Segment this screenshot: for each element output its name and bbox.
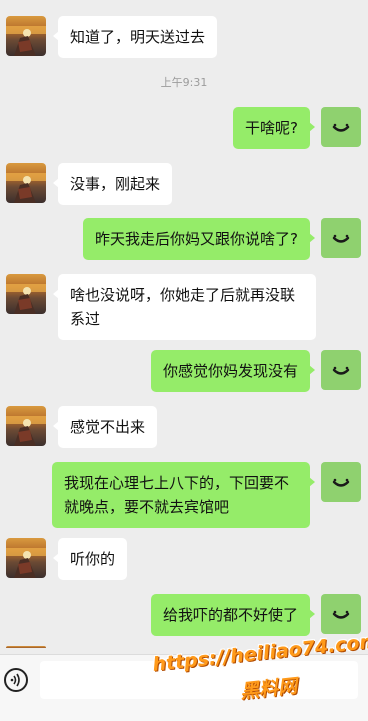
message-bubble-outgoing[interactable]: 给我吓的都不好使了 xyxy=(151,594,316,636)
message-bubble-incoming[interactable]: 啥也没说呀，你她走了后就再没联系过 xyxy=(53,274,316,340)
contact-avatar[interactable] xyxy=(6,163,46,203)
chat-area[interactable]: 知道了，明天送过去 上午9:31 干啥呢? 没事，刚起来 昨天我走后你妈又跟你说… xyxy=(0,0,368,648)
my-avatar[interactable] xyxy=(321,218,361,258)
message-input[interactable] xyxy=(40,661,358,699)
smile-icon xyxy=(332,123,350,132)
my-avatar[interactable] xyxy=(321,462,361,502)
smile-icon xyxy=(332,366,350,375)
smile-icon xyxy=(332,478,350,487)
input-bar xyxy=(0,654,368,721)
contact-avatar xyxy=(6,646,46,648)
smile-icon xyxy=(332,234,350,243)
my-avatar[interactable] xyxy=(321,594,361,634)
contact-avatar[interactable] xyxy=(6,538,46,578)
message-bubble-outgoing[interactable]: 干啥呢? xyxy=(233,107,315,149)
message-bubble-incoming[interactable]: 听你的 xyxy=(52,538,128,580)
smile-icon xyxy=(332,610,350,619)
message-bubble-incoming[interactable]: 知道了，明天送过去 xyxy=(52,16,218,58)
message-bubble-outgoing[interactable]: 你感觉你妈发现没有 xyxy=(151,350,316,392)
timestamp: 上午9:31 xyxy=(160,76,208,89)
contact-avatar[interactable] xyxy=(6,16,46,56)
message-bubble-outgoing[interactable]: 我现在心理七上八下的，下回要不就晚点，要不就去宾馆吧 xyxy=(52,462,315,528)
message-bubble-incoming[interactable]: 感觉不出来 xyxy=(52,406,158,448)
message-bubble-outgoing[interactable]: 昨天我走后你妈又跟你说啥了? xyxy=(83,218,315,260)
my-avatar[interactable] xyxy=(321,107,361,147)
contact-avatar[interactable] xyxy=(6,274,46,314)
contact-avatar[interactable] xyxy=(6,406,46,446)
message-bubble-incoming[interactable]: 没事，刚起来 xyxy=(52,163,173,205)
my-avatar[interactable] xyxy=(321,350,361,390)
voice-icon[interactable] xyxy=(4,668,28,692)
